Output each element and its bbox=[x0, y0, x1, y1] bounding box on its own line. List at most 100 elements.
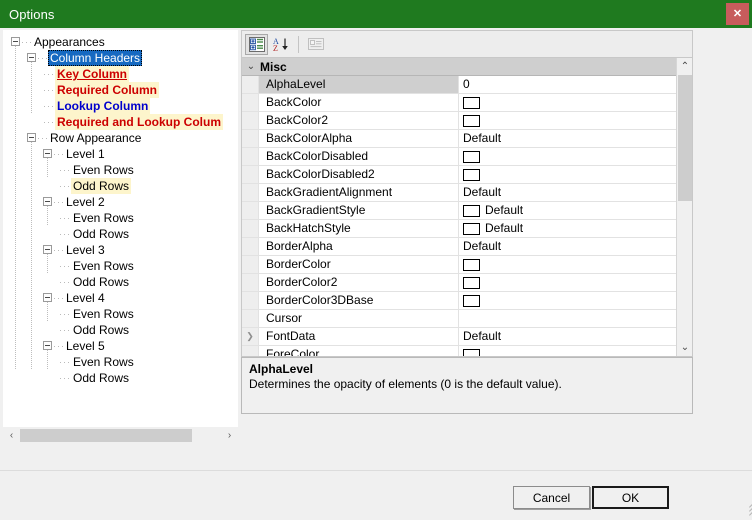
tree-item-level-1[interactable]: ····Level 1 bbox=[3, 146, 238, 162]
color-swatch-icon[interactable] bbox=[463, 115, 480, 127]
property-row[interactable]: BackHatchStyleDefault bbox=[242, 220, 676, 238]
tree-item-odd-rows[interactable]: ····Odd Rows bbox=[3, 274, 238, 290]
color-swatch-icon[interactable] bbox=[463, 205, 480, 217]
tree-item-label: Level 2 bbox=[64, 194, 107, 210]
scroll-up-icon[interactable]: ⌃ bbox=[677, 58, 693, 75]
chevron-right-icon[interactable]: ❯ bbox=[242, 328, 259, 345]
ok-button[interactable]: OK bbox=[592, 486, 669, 509]
property-row[interactable]: AlphaLevel0 bbox=[242, 76, 676, 94]
color-swatch-icon[interactable] bbox=[463, 223, 480, 235]
color-swatch-icon[interactable] bbox=[463, 169, 480, 181]
cancel-button[interactable]: Cancel bbox=[513, 486, 590, 509]
tree-collapse-icon[interactable] bbox=[43, 341, 52, 350]
tree-item-level-2[interactable]: ····Level 2 bbox=[3, 194, 238, 210]
property-pages-icon[interactable] bbox=[304, 34, 327, 55]
property-value-cell[interactable] bbox=[459, 310, 676, 327]
tree-item-level-3[interactable]: ····Level 3 bbox=[3, 242, 238, 258]
tree-hscroll-thumb[interactable] bbox=[20, 429, 192, 442]
color-swatch-icon[interactable] bbox=[463, 97, 480, 109]
property-value-cell[interactable] bbox=[459, 292, 676, 309]
tree-horizontal-scrollbar[interactable]: ‹ › bbox=[3, 427, 238, 444]
tree-item-row-appearance[interactable]: ····Row Appearance bbox=[3, 130, 238, 146]
property-grid-scroll-thumb[interactable] bbox=[678, 75, 692, 201]
tree-item-odd-rows[interactable]: ····Odd Rows bbox=[3, 322, 238, 338]
property-value-cell[interactable] bbox=[459, 274, 676, 291]
tree-item-key-column[interactable]: ····Key Column bbox=[3, 66, 238, 82]
tree-collapse-icon[interactable] bbox=[43, 245, 52, 254]
property-value-cell[interactable]: 0 bbox=[459, 76, 676, 93]
property-value-cell[interactable] bbox=[459, 256, 676, 273]
property-row[interactable]: BorderColor3DBase bbox=[242, 292, 676, 310]
property-row[interactable]: BackColor bbox=[242, 94, 676, 112]
tree-item-odd-rows[interactable]: ····Odd Rows bbox=[3, 226, 238, 242]
color-swatch-icon[interactable] bbox=[463, 277, 480, 289]
tree-connector-dots: ···· bbox=[43, 98, 54, 114]
property-row[interactable]: ❯FontDataDefault bbox=[242, 328, 676, 346]
property-grid[interactable]: ⌄MiscAlphaLevel0BackColorBackColor2BackC… bbox=[241, 57, 693, 357]
scroll-right-icon[interactable]: › bbox=[221, 427, 238, 444]
tree-collapse-icon[interactable] bbox=[43, 149, 52, 158]
tree-collapse-icon[interactable] bbox=[11, 37, 20, 46]
property-value-cell[interactable]: Default bbox=[459, 328, 676, 345]
property-category-misc[interactable]: ⌄Misc bbox=[242, 58, 676, 76]
property-row[interactable]: BackGradientAlignmentDefault bbox=[242, 184, 676, 202]
color-swatch-icon[interactable] bbox=[463, 295, 480, 307]
tree-item-odd-rows[interactable]: ····Odd Rows bbox=[3, 370, 238, 386]
property-value-cell[interactable]: Default bbox=[459, 130, 676, 147]
property-row[interactable]: ForeColor bbox=[242, 346, 676, 357]
property-value-cell[interactable]: Default bbox=[459, 220, 676, 237]
property-row[interactable]: BackGradientStyleDefault bbox=[242, 202, 676, 220]
chevron-down-icon[interactable]: ⌄ bbox=[242, 61, 260, 72]
tree-collapse-icon[interactable] bbox=[27, 53, 36, 62]
tree-item-appearances[interactable]: ····Appearances bbox=[3, 34, 238, 50]
tree-item-even-rows[interactable]: ····Even Rows bbox=[3, 354, 238, 370]
resize-grip[interactable] bbox=[738, 507, 750, 519]
property-row[interactable]: BackColorAlphaDefault bbox=[242, 130, 676, 148]
property-value-cell[interactable] bbox=[459, 148, 676, 165]
color-swatch-icon[interactable] bbox=[463, 259, 480, 271]
scroll-down-icon[interactable]: ⌄ bbox=[677, 339, 693, 356]
property-name: FontData bbox=[259, 328, 459, 345]
close-button[interactable]: ✕ bbox=[726, 3, 749, 25]
categorized-view-icon[interactable] bbox=[245, 34, 268, 55]
property-value-cell[interactable] bbox=[459, 94, 676, 111]
property-value-cell[interactable] bbox=[459, 166, 676, 183]
property-row[interactable]: BackColorDisabled bbox=[242, 148, 676, 166]
property-row[interactable]: BackColorDisabled2 bbox=[242, 166, 676, 184]
scroll-left-icon[interactable]: ‹ bbox=[3, 427, 20, 444]
tree-collapse-icon[interactable] bbox=[43, 293, 52, 302]
tree-item-column-headers[interactable]: ····Column Headers bbox=[3, 50, 238, 66]
tree-collapse-icon[interactable] bbox=[43, 197, 52, 206]
property-name: ForeColor bbox=[259, 346, 459, 357]
property-row[interactable]: BorderColor2 bbox=[242, 274, 676, 292]
tree-collapse-icon[interactable] bbox=[27, 133, 36, 142]
tree-item-even-rows[interactable]: ····Even Rows bbox=[3, 258, 238, 274]
property-value-cell[interactable] bbox=[459, 112, 676, 129]
alphabetical-sort-icon[interactable]: A Z bbox=[270, 34, 293, 55]
tree-item-level-5[interactable]: ····Level 5 bbox=[3, 338, 238, 354]
property-row[interactable]: BorderColor bbox=[242, 256, 676, 274]
tree-hscroll-track[interactable] bbox=[20, 427, 221, 444]
property-grid-vertical-scrollbar[interactable]: ⌃ ⌄ bbox=[676, 58, 692, 356]
color-swatch-icon[interactable] bbox=[463, 151, 480, 163]
property-value-cell[interactable]: Default bbox=[459, 238, 676, 255]
tree-item-even-rows[interactable]: ····Even Rows bbox=[3, 306, 238, 322]
property-row[interactable]: BackColor2 bbox=[242, 112, 676, 130]
tree-item-lookup-column[interactable]: ····Lookup Column bbox=[3, 98, 238, 114]
tree-item-even-rows[interactable]: ····Even Rows bbox=[3, 210, 238, 226]
property-row-gutter bbox=[242, 148, 259, 165]
tree-item-required-and-lookup-colum[interactable]: ····Required and Lookup Colum bbox=[3, 114, 238, 130]
tree-view[interactable]: ····Appearances····Column Headers····Key… bbox=[3, 30, 238, 420]
property-row-gutter bbox=[242, 310, 259, 327]
tree-item-level-4[interactable]: ····Level 4 bbox=[3, 290, 238, 306]
tree-item-odd-rows[interactable]: ····Odd Rows bbox=[3, 178, 238, 194]
property-value-cell[interactable]: Default bbox=[459, 184, 676, 201]
property-value-cell[interactable]: Default bbox=[459, 202, 676, 219]
property-row[interactable]: BorderAlphaDefault bbox=[242, 238, 676, 256]
tree-item-required-column[interactable]: ····Required Column bbox=[3, 82, 238, 98]
color-swatch-icon[interactable] bbox=[463, 349, 480, 358]
property-value-cell[interactable] bbox=[459, 346, 676, 357]
property-row[interactable]: Cursor bbox=[242, 310, 676, 328]
property-row-gutter bbox=[242, 274, 259, 291]
tree-item-even-rows[interactable]: ····Even Rows bbox=[3, 162, 238, 178]
